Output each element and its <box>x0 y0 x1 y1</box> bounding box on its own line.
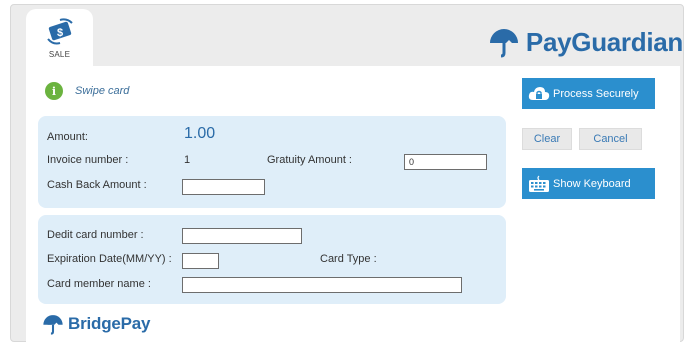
cancel-button[interactable]: Cancel <box>579 128 642 150</box>
tab-sale[interactable]: $ SALE <box>26 9 93 66</box>
tab-sale-label: SALE <box>48 50 71 59</box>
payguardian-logo: PayGuardian <box>488 26 683 58</box>
svg-text:$: $ <box>57 27 63 39</box>
card-panel: Dedit card number : Expiration Date(MM/Y… <box>38 215 506 304</box>
cloud-lock-icon <box>528 84 550 104</box>
card-number-input[interactable] <box>182 228 302 244</box>
process-securely-label: Process Securely <box>553 87 639 100</box>
expiration-label: Expiration Date(MM/YY) : <box>47 253 172 265</box>
money-exchange-icon: $ <box>47 18 73 45</box>
gratuity-label: Gratuity Amount : <box>267 154 352 166</box>
invoice-label: Invoice number : <box>47 154 129 166</box>
info-icon: i <box>45 82 63 100</box>
show-keyboard-button[interactable]: Show Keyboard <box>522 168 655 199</box>
expiration-input[interactable] <box>182 253 219 269</box>
gratuity-input[interactable] <box>404 154 487 170</box>
member-name-input[interactable] <box>182 277 462 293</box>
card-number-label: Dedit card number : <box>47 229 144 241</box>
cashback-input[interactable] <box>182 179 265 195</box>
bridgepay-logo: BridgePay <box>42 313 150 335</box>
show-keyboard-label: Show Keyboard <box>553 177 631 190</box>
amount-panel: Amount: 1.00 Invoice number : 1 Gratuity… <box>38 116 506 208</box>
amount-value: 1.00 <box>184 125 216 142</box>
footer-brand: BridgePay <box>68 314 151 333</box>
clear-button[interactable]: Clear <box>522 128 572 150</box>
umbrella-logo-icon <box>43 315 63 335</box>
brand-name: PayGuardian <box>525 26 683 57</box>
process-securely-button[interactable]: Process Securely <box>522 78 655 109</box>
amount-label: Amount: <box>47 131 88 143</box>
cashback-label: Cash Back Amount : <box>47 179 147 191</box>
card-type-label: Card Type : <box>320 253 377 265</box>
invoice-value: 1 <box>184 154 191 166</box>
status-text: Swipe card <box>75 85 130 97</box>
umbrella-logo-icon <box>489 29 518 58</box>
keyboard-icon <box>528 174 550 194</box>
member-name-label: Card member name : <box>47 278 151 290</box>
status-indicator: i Swipe card <box>45 82 129 100</box>
